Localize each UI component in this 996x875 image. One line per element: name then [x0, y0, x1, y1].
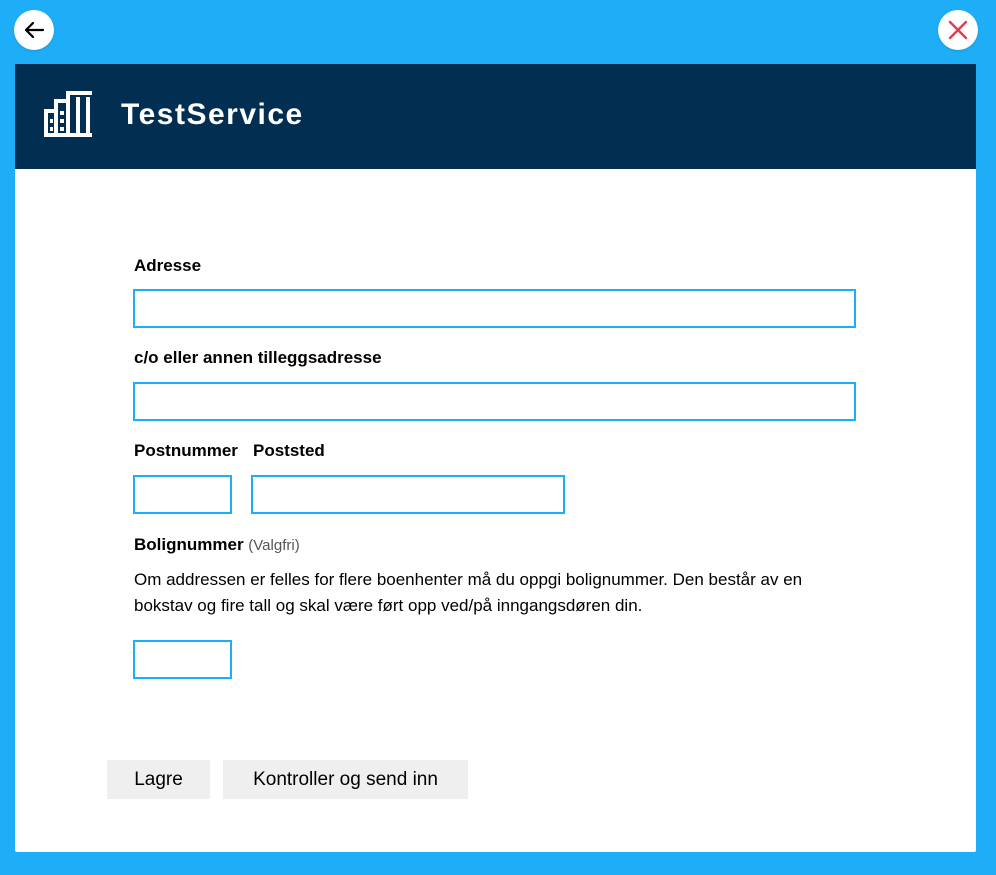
- postal-place-label: Poststed: [253, 441, 325, 460]
- app-title: TestService: [121, 98, 304, 131]
- back-button[interactable]: [14, 10, 54, 50]
- save-button[interactable]: Lagre: [107, 760, 210, 799]
- apartment-input[interactable]: [133, 640, 232, 679]
- building-logo-icon: [44, 91, 92, 137]
- co-address-label: c/o eller annen tilleggsadresse: [134, 348, 382, 367]
- postal-code-label: Postnummer: [134, 441, 238, 460]
- apartment-label-row: Bolignummer (Valgfri): [134, 535, 300, 555]
- app-header: TestService: [15, 64, 976, 169]
- address-label: Adresse: [134, 256, 202, 275]
- submit-button[interactable]: Kontroller og send inn: [223, 760, 468, 799]
- address-input[interactable]: [133, 289, 856, 328]
- optional-tag: (Valgfri): [248, 537, 300, 554]
- form-panel: TestService Adresse c/o eller annen till…: [15, 64, 976, 852]
- postal-code-input[interactable]: [133, 475, 232, 514]
- postal-place-input[interactable]: [251, 475, 565, 514]
- co-address-input[interactable]: [133, 382, 856, 421]
- close-button[interactable]: [938, 10, 978, 50]
- apartment-description: Om addressen er felles for flere boenhen…: [134, 570, 803, 615]
- close-x-icon: [948, 20, 968, 40]
- apartment-label: Bolignummer: [134, 535, 244, 554]
- arrow-left-icon: [24, 21, 45, 39]
